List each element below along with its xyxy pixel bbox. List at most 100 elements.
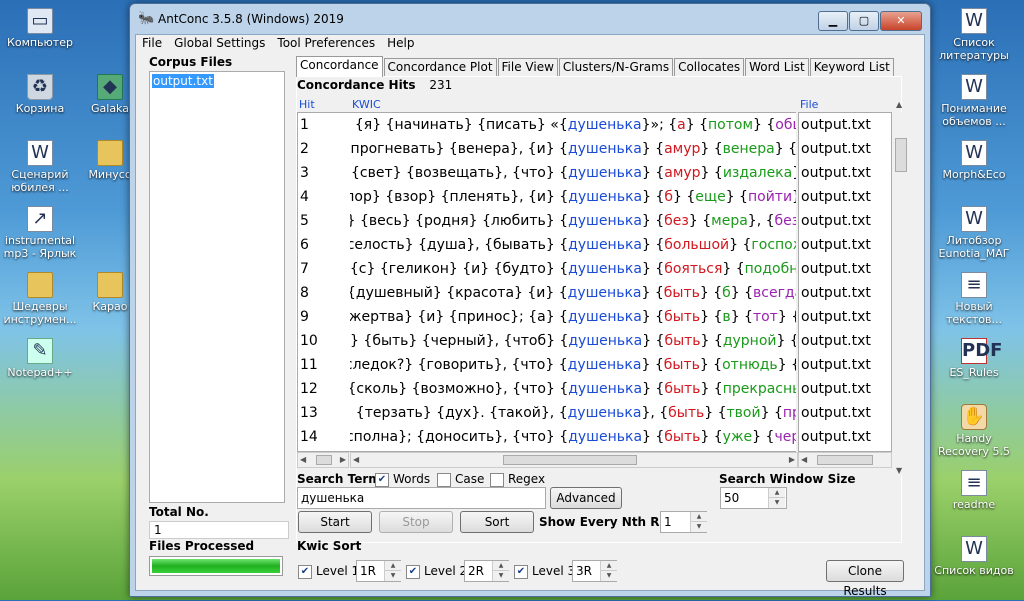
advanced-button[interactable]: Advanced xyxy=(550,487,622,509)
file-cell[interactable]: output.txt xyxy=(799,353,891,377)
tab-concordance[interactable]: Concordance xyxy=(296,56,383,77)
hit-cell[interactable]: 10 xyxy=(298,329,350,353)
file-cell[interactable]: output.txt xyxy=(799,185,891,209)
tab-keyword-list[interactable]: Keyword List xyxy=(809,58,894,77)
hit-cell[interactable]: 6 xyxy=(298,233,350,257)
desktop-icon-right-3[interactable]: W Литобзор Eunotia_MAГ xyxy=(934,206,1014,260)
nth-row-spinner[interactable]: ▲ ▼ xyxy=(690,512,707,532)
desktop-icon-left-5[interactable]: ↗ instrumental mp3 - Ярлык xyxy=(0,206,80,260)
menu-tool-preferences[interactable]: Tool Preferences xyxy=(271,35,381,53)
file-cell[interactable]: output.txt xyxy=(799,233,891,257)
tab-collocates[interactable]: Collocates xyxy=(674,58,745,77)
kwic-row[interactable]: {когда} {я} {начинать} {писать} «{душень… xyxy=(350,113,796,137)
stop-button[interactable]: Stop xyxy=(379,511,453,533)
case-checkbox[interactable] xyxy=(437,473,451,487)
file-cell[interactable]: output.txt xyxy=(799,305,891,329)
hit-cell[interactable]: 5 xyxy=(298,209,350,233)
desktop-icon-right-0[interactable]: W Список литературы xyxy=(934,8,1014,62)
kwic-hscroll-thumb[interactable] xyxy=(503,455,637,465)
hit-cell[interactable]: 7 xyxy=(298,257,350,281)
desktop-icon-left-0[interactable]: ▭ Компьютер xyxy=(0,8,80,49)
hit-cell[interactable]: 4 xyxy=(298,185,350,209)
maximize-button[interactable]: ▢ xyxy=(849,11,879,31)
hit-cell[interactable]: 11 xyxy=(298,353,350,377)
file-cell[interactable]: output.txt xyxy=(799,209,891,233)
scroll-right-arrow-icon[interactable]: ▶ xyxy=(789,453,795,467)
menu-file[interactable]: File xyxy=(136,35,168,53)
hit-cell[interactable]: 9 xyxy=(298,305,350,329)
start-button[interactable]: Start xyxy=(298,511,372,533)
level-1-spinner[interactable]: ▲ ▼ xyxy=(384,561,401,581)
col-header-kwic[interactable]: KWIC xyxy=(352,98,381,111)
words-checkbox[interactable]: ✔ xyxy=(375,473,389,487)
sort-button[interactable]: Sort xyxy=(460,511,534,533)
hit-cell[interactable]: 3 xyxy=(298,161,350,185)
file-cell[interactable]: output.txt xyxy=(799,377,891,401)
window-size-spinner[interactable]: ▲ ▼ xyxy=(768,488,785,508)
kwic-row[interactable]: гнать} {с} {геликон} {и} {будто} {душень… xyxy=(350,257,796,281)
hit-cell[interactable]: 14 xyxy=(298,425,350,449)
scroll-right-arrow-icon[interactable]: ▶ xyxy=(340,453,346,467)
hit-hscrollbar[interactable]: ◀ ▶ xyxy=(297,452,349,468)
desktop-icon-right-7[interactable]: ≡ readme xyxy=(934,470,1014,511)
regex-checkbox[interactable] xyxy=(490,473,504,487)
file-hscrollbar[interactable]: ◀ xyxy=(798,452,892,468)
kwic-row[interactable]: то} {сполна}; {доносить}, {что} {душеньк… xyxy=(350,425,796,449)
close-button[interactable]: ✕ xyxy=(880,11,922,31)
title-bar[interactable]: 🐜 AntConc 3.5.8 (Windows) 2019 ▁ ▢ ✕ xyxy=(130,4,930,34)
desktop-icon-right-8[interactable]: W Список видов xyxy=(934,536,1014,577)
desktop-icon-right-2[interactable]: W Morph&Eco xyxy=(934,140,1014,181)
col-header-file[interactable]: File xyxy=(800,98,818,111)
level-2-checkbox[interactable]: ✔ xyxy=(406,565,420,579)
hit-cell[interactable]: 2 xyxy=(298,137,350,161)
tab-clusters-ngrams[interactable]: Clusters/N-Grams xyxy=(558,58,674,77)
desktop-icon-right-5[interactable]: PDF ES_Rules xyxy=(934,338,1014,379)
desktop-icon-left-1[interactable]: ♻ Корзина xyxy=(0,74,80,115)
file-cell[interactable]: output.txt xyxy=(799,329,891,353)
kwic-row[interactable]: {без} {жертва} {и} {принос}; {а} {душень… xyxy=(350,305,796,329)
kwic-row[interactable]: ь} {и} {свет} {возвещать}, {что} {душень… xyxy=(350,161,796,185)
hit-cell[interactable]: 1 xyxy=(298,113,350,137)
desktop-icon-right-1[interactable]: W Понимание объемов ... xyxy=(934,74,1014,128)
tab-word-list[interactable]: Word List xyxy=(745,58,809,77)
file-column[interactable]: output.txt output.txt output.txt output.txt… xyxy=(798,112,892,452)
corpus-file-item[interactable]: output.txt xyxy=(152,74,214,88)
file-cell[interactable]: output.txt xyxy=(799,161,891,185)
file-cell[interactable]: output.txt xyxy=(799,401,891,425)
tab-concordance-plot[interactable]: Concordance Plot xyxy=(383,58,497,77)
hit-cell[interactable]: 13 xyxy=(298,401,350,425)
tab-file-view[interactable]: File View xyxy=(497,58,558,77)
vertical-scrollbar[interactable]: ▲ ▼ xyxy=(893,100,907,475)
kwic-row[interactable]: ай?} {сколь} {возможно}, {что} {душенька… xyxy=(350,377,796,401)
kwic-row[interactable]: ливый} {терзать} {дух}. {такой}, {душень… xyxy=(350,401,796,425)
kwic-column[interactable]: {когда} {я} {начинать} {писать} «{душень… xyxy=(350,112,796,452)
desktop-icon-right-4[interactable]: ≡ Новый текстов... xyxy=(934,272,1014,326)
kwic-row[interactable]: ька} {прогневать} {венера}, {и} {душеньк… xyxy=(350,137,796,161)
desktop-icon-left-8[interactable]: ✎ Notepad++ xyxy=(0,338,80,379)
scroll-down-arrow-icon[interactable]: ▼ xyxy=(896,466,902,475)
minimize-button[interactable]: ▁ xyxy=(818,11,848,31)
file-hscroll-thumb[interactable] xyxy=(817,455,873,465)
search-term-input[interactable]: душенька xyxy=(297,487,546,509)
hit-cell[interactable]: 8 xyxy=(298,281,350,305)
kwic-row[interactable]: енька} {быть} {черный}, {чтоб} {душенька… xyxy=(350,329,796,353)
file-cell[interactable]: output.txt xyxy=(799,137,891,161)
file-cell[interactable]: output.txt xyxy=(799,281,891,305)
file-cell[interactable]: output.txt xyxy=(799,113,891,137)
kwic-row[interactable]: со} {спор} {взор} {пленять}, {и} {душень… xyxy=(350,185,796,209)
menu-help[interactable]: Help xyxy=(381,35,420,53)
kwic-row[interactable]: а} {веселость} {душа}, {бывать} {душеньк… xyxy=(350,233,796,257)
kwic-row[interactable]: {он} {душевный} {красота} {и} {душенька}… xyxy=(350,281,796,305)
kwic-hscrollbar[interactable]: ◀ ▶ xyxy=(350,452,798,468)
hit-column[interactable]: 1 2 3 4 5 6 7 8 9 10 11 12 13 14 xyxy=(297,112,351,452)
desktop-icon-left-3[interactable]: W Сценарий юбилея ... xyxy=(0,140,80,194)
corpus-files-list[interactable]: output.txt xyxy=(149,71,285,503)
level-1-checkbox[interactable]: ✔ xyxy=(298,565,312,579)
vertical-scroll-thumb[interactable] xyxy=(895,138,907,172)
level-3-checkbox[interactable]: ✔ xyxy=(514,565,528,579)
file-cell[interactable]: output.txt xyxy=(799,257,891,281)
file-cell[interactable]: output.txt xyxy=(799,425,891,449)
hit-hscroll-thumb[interactable] xyxy=(316,455,332,465)
desktop-icon-right-6[interactable]: ✋ Handy Recovery 5.5 xyxy=(934,404,1014,458)
kwic-row[interactable]: {впоследок?} {говорить}, {что} {душенька… xyxy=(350,353,796,377)
